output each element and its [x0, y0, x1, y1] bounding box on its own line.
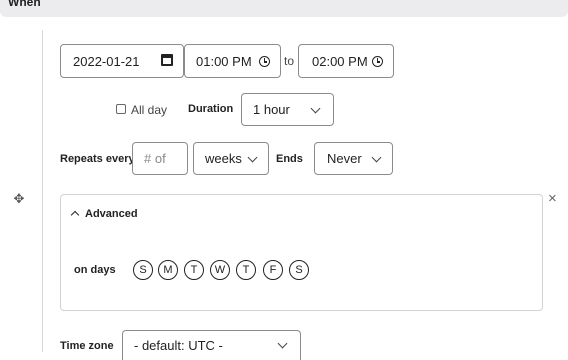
- end-time-value: 02:00 PM: [312, 53, 368, 69]
- duration-label: Duration: [188, 103, 234, 115]
- date-value: 2022-01-21: [73, 53, 140, 69]
- close-icon[interactable]: ×: [548, 190, 557, 207]
- end-time-input[interactable]: 02:00 PM: [298, 44, 394, 78]
- time-zone-label: Time zone: [60, 340, 114, 352]
- chevron-down-icon: [371, 152, 382, 163]
- clock-icon[interactable]: [372, 56, 383, 67]
- date-input[interactable]: 2022-01-21: [60, 44, 184, 78]
- divider: [42, 30, 43, 352]
- repeat-unit-value: weeks: [205, 151, 242, 166]
- section-title: When: [8, 0, 41, 9]
- day-toggle-sunday[interactable]: S: [133, 260, 153, 280]
- to-label: to: [284, 54, 295, 68]
- chevron-down-icon: [310, 103, 321, 114]
- duration-value: 1 hour: [253, 102, 290, 117]
- clock-icon[interactable]: [259, 56, 270, 67]
- ends-label: Ends: [276, 153, 303, 165]
- duration-select[interactable]: 1 hour: [241, 93, 334, 126]
- repeat-count-placeholder: # of: [144, 151, 166, 166]
- day-toggle-wednesday[interactable]: W: [210, 260, 230, 280]
- time-zone-value: - default: UTC -: [134, 338, 223, 353]
- calendar-icon[interactable]: [161, 54, 173, 66]
- on-days-label: on days: [74, 264, 116, 276]
- repeat-count-input[interactable]: # of: [132, 142, 188, 175]
- all-day-label: All day: [131, 103, 168, 117]
- chevron-down-icon: [277, 338, 288, 349]
- drag-handle-icon[interactable]: ✥: [12, 192, 26, 206]
- start-time-value: 01:00 PM: [196, 53, 252, 69]
- start-time-input[interactable]: 01:00 PM: [184, 44, 281, 78]
- day-toggle-monday[interactable]: M: [158, 260, 178, 280]
- section-header: [0, 0, 568, 17]
- ends-select[interactable]: Never: [314, 142, 393, 175]
- time-zone-select[interactable]: - default: UTC -: [122, 330, 301, 360]
- chevron-down-icon: [247, 152, 258, 163]
- day-toggle-thursday[interactable]: T: [236, 260, 256, 280]
- repeat-unit-select[interactable]: weeks: [193, 142, 269, 175]
- ends-value: Never: [327, 151, 362, 166]
- day-toggle-tuesday[interactable]: T: [184, 260, 204, 280]
- day-toggle-saturday[interactable]: S: [289, 260, 309, 280]
- advanced-toggle[interactable]: Advanced: [85, 208, 138, 220]
- repeats-every-label: Repeats every: [60, 153, 135, 165]
- all-day-checkbox[interactable]: [116, 104, 126, 114]
- day-toggle-friday[interactable]: F: [263, 260, 283, 280]
